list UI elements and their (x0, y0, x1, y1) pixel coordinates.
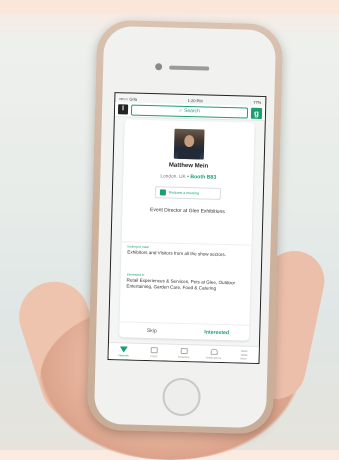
looking-to-meet-label: looking to meet (127, 244, 150, 250)
background-top (0, 0, 339, 14)
tab-notifications[interactable]: Notifications (198, 345, 228, 363)
avatar-head (184, 134, 195, 148)
clock-label: 1:20 PM (187, 97, 203, 103)
tab-label: More (240, 355, 247, 361)
front-camera (155, 63, 163, 71)
tab-label: Notifications (205, 355, 222, 360)
avatar-body (177, 146, 201, 160)
request-meeting-label: Request a meeting (168, 190, 200, 196)
carrier-label: •••○○ Grla (119, 95, 138, 102)
booth-label: • Booth B83 (186, 174, 217, 181)
search-placeholder: Search (183, 107, 200, 115)
menu-icon (240, 349, 248, 356)
app-header: I ⌕ Search g (114, 102, 266, 122)
request-meeting-button[interactable]: Request a meeting (154, 186, 222, 200)
bell-icon (210, 348, 218, 355)
calendar-icon (180, 347, 188, 355)
profile-name: Matthew Mein (168, 162, 209, 170)
bottom-tab-bar: Network Chats Schedule Notifications Mor… (108, 342, 259, 364)
profile-card: Matthew Mein London, UK • Booth B83 Requ… (119, 119, 255, 342)
search-icon: ⌕ (179, 107, 183, 114)
app-logo-icon[interactable]: I (117, 104, 129, 115)
battery-label: 77% (253, 99, 262, 105)
tab-chats[interactable]: Chats (138, 344, 168, 362)
interested-in-label: Interested in (126, 272, 145, 277)
tab-schedule[interactable]: Schedule (168, 345, 198, 363)
tab-more[interactable]: More (228, 346, 258, 364)
avatar (173, 128, 205, 160)
interested-in-text: Retail Experiences & Services, Pets at G… (126, 277, 236, 291)
phone-body: •••○○ Grla 1:20 PM 77% I ⌕ Search g Matt… (93, 25, 277, 429)
calendar-icon (159, 189, 166, 196)
home-button[interactable] (162, 377, 202, 417)
profile-role: Event Director at Glee Exhibitions (149, 207, 225, 216)
chat-icon (150, 347, 158, 354)
brand-logo-icon[interactable]: g (250, 107, 263, 119)
interested-button[interactable]: Interested (184, 324, 249, 342)
card-actions: Skip Interested (119, 321, 250, 342)
tab-label: Chats (149, 354, 158, 359)
tab-label: Network (118, 353, 129, 358)
phone-screen: •••○○ Grla 1:20 PM 77% I ⌕ Search g Matt… (107, 92, 267, 364)
network-icon (119, 346, 128, 353)
tab-network[interactable]: Network (108, 343, 138, 361)
earpiece-speaker (169, 65, 210, 71)
search-input[interactable]: ⌕ Search (130, 104, 249, 119)
profile-location: London, UK (160, 174, 186, 181)
skip-button[interactable]: Skip (119, 322, 184, 340)
phone-case: •••○○ Grla 1:20 PM 77% I ⌕ Search g Matt… (86, 19, 284, 435)
profile-location-row: London, UK • Booth B83 (123, 172, 253, 181)
looking-to-meet-text: Exhibitors and Visitors from all the sho… (127, 249, 227, 258)
tab-label: Schedule (177, 354, 190, 360)
